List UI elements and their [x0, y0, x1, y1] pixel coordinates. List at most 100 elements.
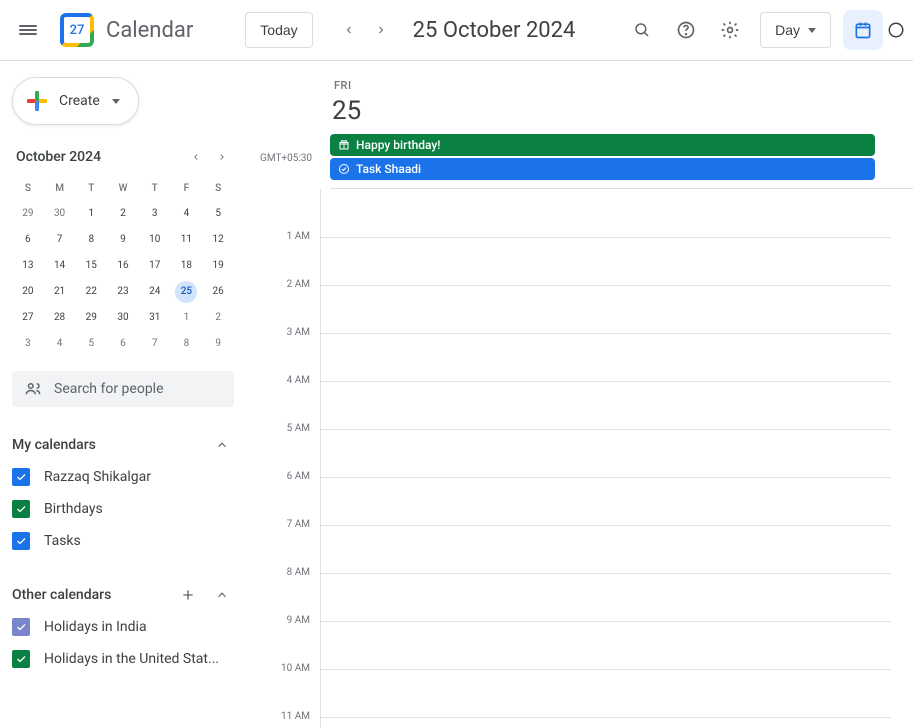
sidebar: Create October 2024 SMTWTFS2930123456789… — [0, 61, 248, 728]
hour-cell[interactable] — [320, 189, 891, 237]
mini-cal-day[interactable]: 26 — [202, 279, 234, 305]
hour-cell[interactable] — [320, 333, 891, 381]
mini-cal-day[interactable]: 1 — [75, 201, 107, 227]
mini-cal-day[interactable]: 14 — [44, 253, 76, 279]
hour-row: 1 AM — [248, 237, 913, 285]
keep-panel-toggle[interactable] — [887, 10, 905, 50]
mini-cal-day[interactable]: 23 — [107, 279, 139, 305]
hour-cell[interactable] — [320, 237, 891, 285]
mini-cal-day[interactable]: 10 — [139, 227, 171, 253]
support-button[interactable] — [666, 10, 706, 50]
mini-cal-day[interactable]: 3 — [139, 201, 171, 227]
view-switcher[interactable]: Day — [760, 12, 831, 48]
create-button[interactable]: Create — [12, 77, 139, 125]
mini-cal-day[interactable]: 5 — [75, 331, 107, 357]
mini-cal-day[interactable]: 21 — [44, 279, 76, 305]
mini-cal-day[interactable]: 30 — [107, 305, 139, 331]
mini-cal-day[interactable]: 7 — [44, 227, 76, 253]
calendar-panel-toggle[interactable] — [843, 10, 883, 50]
mini-cal-day[interactable]: 3 — [12, 331, 44, 357]
logo[interactable]: 27 Calendar — [60, 13, 193, 47]
search-people-input[interactable]: Search for people — [12, 371, 234, 407]
day-of-month[interactable]: 25 — [332, 96, 913, 126]
calendar-item[interactable]: Holidays in the United Stat... — [12, 643, 234, 675]
view-switcher-label: Day — [775, 22, 800, 38]
mini-cal-day[interactable]: 29 — [12, 201, 44, 227]
other-calendars-collapse[interactable] — [210, 583, 234, 607]
prev-day-button[interactable] — [333, 14, 365, 46]
mini-cal-day[interactable]: 31 — [139, 305, 171, 331]
mini-cal-day[interactable]: 1 — [171, 305, 203, 331]
hour-cell[interactable] — [320, 717, 891, 728]
mini-cal-day[interactable]: 25 — [171, 279, 203, 305]
hour-row: 3 AM — [248, 333, 913, 381]
mini-cal-day[interactable]: 5 — [202, 201, 234, 227]
all-day-event[interactable]: Happy birthday! — [330, 134, 875, 156]
mini-cal-day[interactable]: 16 — [107, 253, 139, 279]
calendar-item[interactable]: Holidays in India — [12, 611, 234, 643]
chevron-right-icon — [375, 24, 387, 36]
mini-cal-day[interactable]: 9 — [202, 331, 234, 357]
calendar-checkbox[interactable] — [12, 650, 30, 668]
mini-cal-day[interactable]: 17 — [139, 253, 171, 279]
today-button[interactable]: Today — [245, 12, 312, 48]
hour-cell[interactable] — [320, 525, 891, 573]
mini-cal-day[interactable]: 20 — [12, 279, 44, 305]
mini-cal-day[interactable]: 2 — [202, 305, 234, 331]
hour-cell[interactable] — [320, 477, 891, 525]
calendar-item[interactable]: Tasks — [12, 525, 234, 557]
all-day-area[interactable]: Happy birthday! Task Shaadi — [330, 134, 913, 189]
search-button[interactable] — [622, 10, 662, 50]
mini-cal-day[interactable]: 11 — [171, 227, 203, 253]
mini-cal-day[interactable]: 6 — [12, 227, 44, 253]
mini-cal-prev[interactable] — [184, 145, 208, 169]
settings-button[interactable] — [710, 10, 750, 50]
all-day-event[interactable]: Task Shaadi — [330, 158, 875, 180]
hour-grid[interactable]: 1 AM2 AM3 AM4 AM5 AM6 AM7 AM8 AM9 AM10 A… — [248, 189, 913, 728]
hour-label: 11 AM — [248, 711, 320, 728]
add-other-calendar[interactable] — [176, 583, 200, 607]
calendar-checkbox[interactable] — [12, 500, 30, 518]
hour-cell[interactable] — [320, 429, 891, 477]
next-day-button[interactable] — [365, 14, 397, 46]
my-calendars-title[interactable]: My calendars — [12, 437, 96, 453]
mini-cal-day[interactable]: 28 — [44, 305, 76, 331]
calendar-item[interactable]: Birthdays — [12, 493, 234, 525]
hour-cell[interactable] — [320, 669, 891, 717]
mini-cal-day[interactable]: 2 — [107, 201, 139, 227]
mini-cal-day[interactable]: 22 — [75, 279, 107, 305]
mini-cal-day[interactable]: 4 — [44, 331, 76, 357]
gift-icon — [338, 139, 350, 151]
mini-cal-day[interactable]: 12 — [202, 227, 234, 253]
hour-cell[interactable] — [320, 573, 891, 621]
hour-cell[interactable] — [320, 381, 891, 429]
mini-cal-day[interactable]: 4 — [171, 201, 203, 227]
main-menu-button[interactable] — [8, 10, 48, 50]
other-calendars-title[interactable]: Other calendars — [12, 587, 111, 603]
my-calendars-collapse[interactable] — [210, 433, 234, 457]
hour-label: 8 AM — [248, 567, 320, 615]
mini-cal-day[interactable]: 27 — [12, 305, 44, 331]
mini-cal-day[interactable]: 9 — [107, 227, 139, 253]
mini-cal-day[interactable]: 8 — [171, 331, 203, 357]
calendar-checkbox[interactable] — [12, 468, 30, 486]
calendar-item[interactable]: Razzaq Shikalgar — [12, 461, 234, 493]
mini-cal-day[interactable]: 13 — [12, 253, 44, 279]
mini-cal-day[interactable]: 6 — [107, 331, 139, 357]
mini-cal-day[interactable]: 7 — [139, 331, 171, 357]
date-range[interactable]: 25 October 2024 — [413, 18, 576, 43]
hour-cell[interactable] — [320, 621, 891, 669]
mini-cal-day[interactable]: 30 — [44, 201, 76, 227]
mini-cal-day[interactable]: 29 — [75, 305, 107, 331]
calendar-checkbox[interactable] — [12, 618, 30, 636]
mini-cal-day[interactable]: 8 — [75, 227, 107, 253]
mini-cal-day[interactable]: 19 — [202, 253, 234, 279]
mini-cal-day[interactable]: 15 — [75, 253, 107, 279]
mini-cal-next[interactable] — [210, 145, 234, 169]
hour-cell[interactable] — [320, 285, 891, 333]
mini-cal-day[interactable]: 24 — [139, 279, 171, 305]
check-icon — [15, 653, 27, 665]
mini-cal-day[interactable]: 18 — [171, 253, 203, 279]
calendar-checkbox[interactable] — [12, 532, 30, 550]
event-title: Task Shaadi — [356, 162, 421, 176]
